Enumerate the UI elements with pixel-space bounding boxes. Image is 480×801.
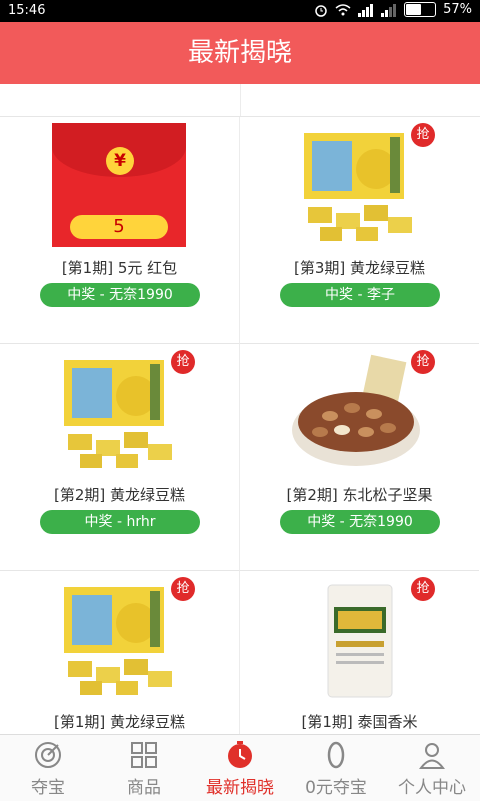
status-time: 15:46 bbox=[8, 3, 46, 18]
product-title: [第1期] 泰国香米 bbox=[301, 713, 418, 731]
tab-label: 0元夺宝 bbox=[305, 778, 367, 798]
product-title: [第1期] 黄龙绿豆糕 bbox=[53, 713, 186, 731]
mung-bean-cake-image bbox=[304, 133, 412, 241]
tab-label: 商品 bbox=[127, 778, 161, 798]
status-icons: 57% bbox=[314, 2, 472, 17]
winner-badge: 中奖 - 李子 bbox=[280, 283, 440, 307]
tab-label: 个人中心 bbox=[398, 778, 466, 798]
person-icon bbox=[419, 743, 445, 769]
product-card[interactable]: 抢 [第1期] 泰国香米 bbox=[240, 571, 479, 734]
winner-badge: 中奖 - hrhr bbox=[40, 510, 200, 534]
product-card[interactable]: ¥ 5 [第1期] 5元 红包 中奖 - 无奈1990 bbox=[0, 117, 240, 344]
mung-bean-cake-image bbox=[64, 587, 172, 695]
battery-percent: 57% bbox=[443, 2, 472, 17]
battery-icon bbox=[404, 2, 437, 17]
rice-bag-image bbox=[327, 584, 393, 698]
target-icon bbox=[35, 742, 61, 768]
tab-products[interactable]: 商品 bbox=[96, 735, 192, 801]
product-title: [第2期] 黄龙绿豆糕 bbox=[53, 486, 186, 504]
product-title: [第3期] 黄龙绿豆糕 bbox=[293, 259, 426, 277]
winner-badge: 中奖 - 无奈1990 bbox=[280, 510, 440, 534]
product-card[interactable]: 抢 [第2期] 黄龙绿豆糕 中奖 - hrhr bbox=[0, 344, 240, 571]
tab-profile[interactable]: 个人中心 bbox=[384, 735, 480, 801]
product-card[interactable]: 抢 [第2期] 东北松子坚果 中奖 - 无奈1990 bbox=[240, 344, 479, 571]
bottom-tab-bar: 夺宝 商品 最新揭晓 0元夺宝 个人中心 bbox=[0, 734, 480, 801]
grab-badge: 抢 bbox=[411, 350, 435, 374]
signal-icon bbox=[358, 3, 374, 17]
status-bar: 15:46 57% bbox=[0, 0, 480, 22]
tab-latest-reveal[interactable]: 最新揭晓 bbox=[192, 735, 288, 801]
zero-icon bbox=[327, 741, 345, 769]
page-title: 最新揭晓 bbox=[0, 22, 480, 84]
tab-label: 夺宝 bbox=[31, 778, 65, 798]
grab-badge: 抢 bbox=[411, 123, 435, 147]
envelope-amount: 5 bbox=[70, 215, 168, 239]
tab-duobao[interactable]: 夺宝 bbox=[0, 735, 96, 801]
red-envelope-image: ¥ 5 bbox=[52, 123, 186, 247]
product-card[interactable]: 抢 [第3期] 黄龙绿豆糕 中奖 - 李子 bbox=[240, 117, 479, 344]
product-title: [第2期] 东北松子坚果 bbox=[286, 486, 433, 504]
grab-badge: 抢 bbox=[411, 577, 435, 601]
grid-top-spacer bbox=[0, 84, 480, 117]
mung-bean-cake-image bbox=[64, 360, 172, 468]
grab-badge: 抢 bbox=[171, 577, 195, 601]
signal-icon-2 bbox=[381, 3, 397, 17]
wifi-icon bbox=[335, 3, 351, 15]
yuan-coin-icon: ¥ bbox=[106, 147, 134, 175]
pine-nuts-image bbox=[292, 354, 420, 466]
grab-badge: 抢 bbox=[171, 350, 195, 374]
product-card[interactable]: 抢 [第1期] 黄龙绿豆糕 bbox=[0, 571, 240, 734]
tab-zero-yuan[interactable]: 0元夺宝 bbox=[288, 735, 384, 801]
tab-label: 最新揭晓 bbox=[206, 778, 274, 798]
product-title: [第1期] 5元 红包 bbox=[61, 259, 178, 277]
product-grid[interactable]: ¥ 5 [第1期] 5元 红包 中奖 - 无奈1990 抢 [第3期] 黄龙绿豆… bbox=[0, 84, 480, 734]
grid-icon bbox=[131, 742, 157, 768]
winner-badge: 中奖 - 无奈1990 bbox=[40, 283, 200, 307]
clock-icon bbox=[228, 741, 252, 768]
alarm-icon bbox=[315, 4, 327, 17]
